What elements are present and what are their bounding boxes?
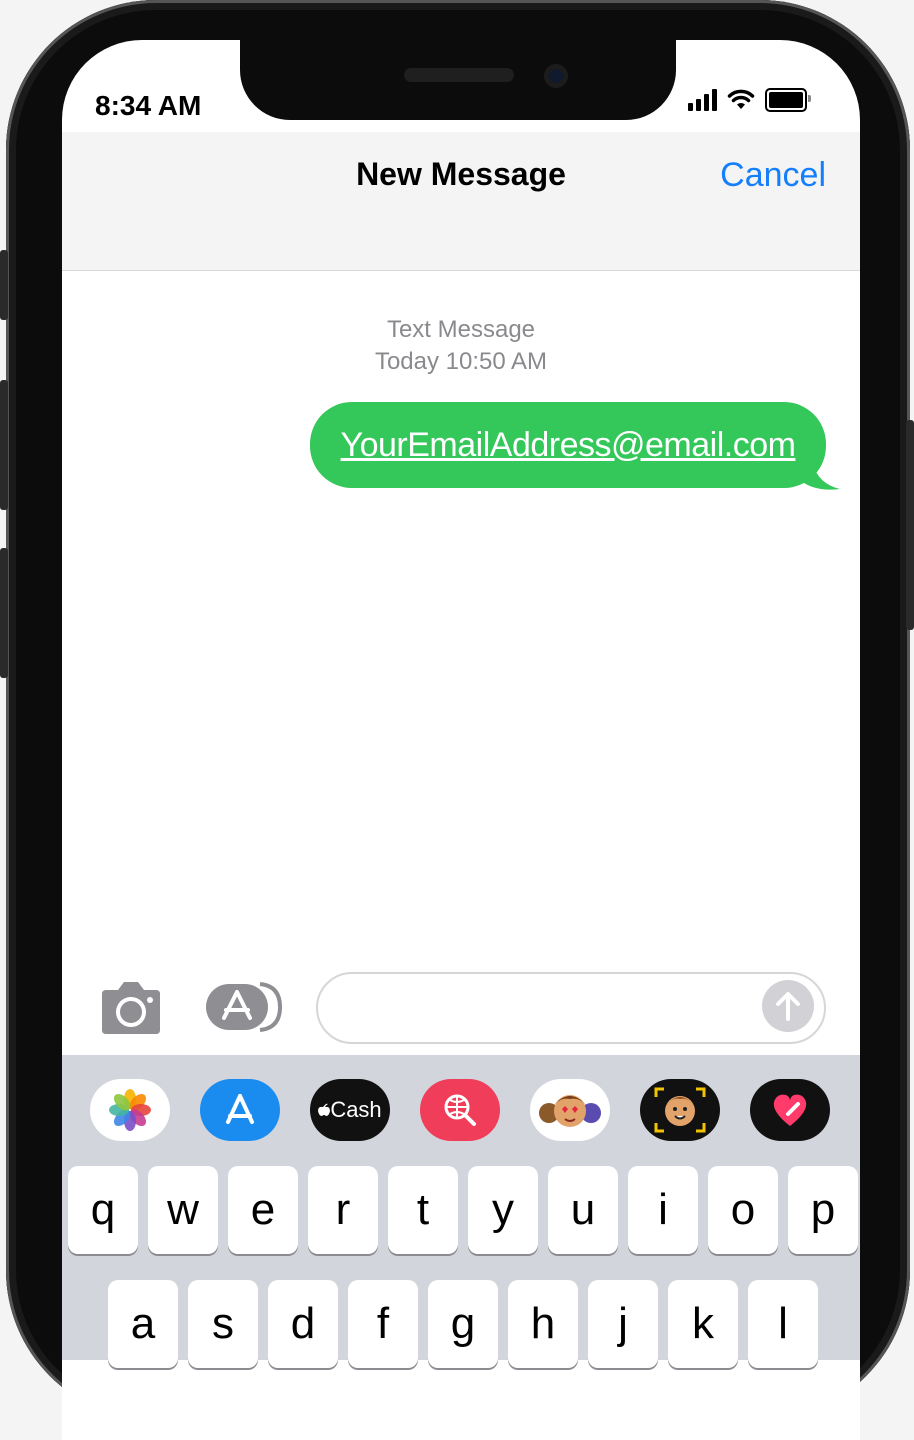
memoji-face-icon (539, 1095, 601, 1127)
navigation-header: New Message Cancel (62, 132, 860, 271)
arrow-up-icon (776, 992, 800, 1021)
battery-icon (765, 88, 811, 112)
key-q[interactable]: q (68, 1166, 138, 1254)
front-camera (544, 64, 568, 88)
key-r[interactable]: r (308, 1166, 378, 1254)
timestamp-text: Today 10:50 AM (374, 348, 548, 375)
camera-icon[interactable] (98, 980, 164, 1036)
key-h[interactable]: h (508, 1280, 578, 1368)
volume-up-button (0, 380, 8, 510)
silent-switch (0, 250, 8, 320)
key-j[interactable]: j (588, 1280, 658, 1368)
power-button (906, 420, 914, 630)
compose-bar (62, 966, 860, 1054)
key-d[interactable]: d (268, 1280, 338, 1368)
message-input[interactable] (316, 972, 826, 1044)
cancel-button[interactable]: Cancel (720, 156, 826, 195)
app-store-a-icon (226, 1094, 254, 1124)
status-time: 8:34 AM (95, 90, 202, 121)
volume-down-button (0, 548, 8, 678)
app-store-app-icon[interactable] (200, 1079, 280, 1141)
apple-logo-icon (318, 1103, 331, 1116)
memoji-stickers-app-icon[interactable] (530, 1079, 610, 1141)
speaker-grille (404, 68, 514, 82)
key-p[interactable]: p (788, 1166, 858, 1254)
key-l[interactable]: l (748, 1280, 818, 1368)
apple-cash-app-icon[interactable]: Cash (310, 1079, 390, 1141)
keyboard: q w e r t y u i o p a s d f g h j k l (62, 1160, 860, 1368)
key-t[interactable]: t (388, 1166, 458, 1254)
animoji-app-icon[interactable] (640, 1079, 720, 1141)
message-email-link[interactable]: YourEmailAddress@email.com (341, 426, 796, 465)
bubble-tail (800, 462, 840, 490)
key-y[interactable]: y (468, 1166, 538, 1254)
globe-search-icon (444, 1094, 476, 1126)
key-s[interactable]: s (188, 1280, 258, 1368)
images-search-app-icon[interactable] (420, 1079, 500, 1141)
photos-app-icon[interactable] (90, 1079, 170, 1141)
app-store-drawer-icon[interactable] (204, 980, 284, 1034)
photos-flower-icon (109, 1089, 151, 1131)
animoji-face-icon (654, 1087, 706, 1133)
key-e[interactable]: e (228, 1166, 298, 1254)
key-o[interactable]: o (708, 1166, 778, 1254)
sent-message-bubble[interactable]: YourEmailAddress@email.com (310, 402, 826, 488)
cellular-signal-icon (688, 89, 717, 111)
key-w[interactable]: w (148, 1166, 218, 1254)
key-i[interactable]: i (628, 1166, 698, 1254)
imessage-app-strip: Cash (62, 1055, 860, 1165)
message-timestamp: Text Message Today 10:50 AM (62, 314, 860, 378)
key-u[interactable]: u (548, 1166, 618, 1254)
status-icons (688, 88, 811, 112)
key-a[interactable]: a (108, 1280, 178, 1368)
wifi-icon (727, 89, 755, 109)
apple-cash-label: Cash (330, 1097, 382, 1122)
service-label: Text Message (386, 316, 536, 343)
send-button[interactable] (762, 980, 814, 1032)
key-f[interactable]: f (348, 1280, 418, 1368)
digital-touch-app-icon[interactable] (750, 1079, 830, 1141)
heart-icon (773, 1094, 807, 1126)
key-g[interactable]: g (428, 1280, 498, 1368)
key-k[interactable]: k (668, 1280, 738, 1368)
